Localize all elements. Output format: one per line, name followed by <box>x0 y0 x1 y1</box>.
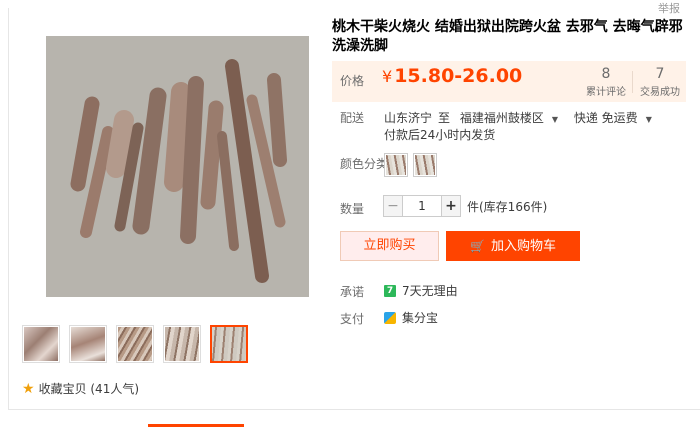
price-label: 价格 <box>340 74 365 88</box>
price-value: ¥15.80-26.00 <box>382 65 522 87</box>
color-options <box>384 153 437 177</box>
peach-wood-sticks-photo <box>46 36 309 297</box>
report-link[interactable]: 举报 <box>658 0 680 16</box>
sales-stat: 7 交易成功 <box>636 65 684 98</box>
cart-icon: 🛒 <box>470 239 485 253</box>
price-panel: 价格 ¥15.80-26.00 8 累计评论 7 交易成功 <box>332 61 686 102</box>
caret-down-icon: ▼ <box>551 115 559 124</box>
color-option-2[interactable] <box>413 153 437 177</box>
seven-day-icon: 7 <box>384 284 396 297</box>
payment-info[interactable]: 集分宝 <box>384 309 438 326</box>
quantity-label: 数量 <box>340 202 365 216</box>
sales-label: 交易成功 <box>640 87 680 98</box>
star-icon: ★ <box>22 380 35 397</box>
thumbnail-1[interactable] <box>22 325 60 363</box>
plus-icon[interactable]: + <box>441 195 461 217</box>
ship-from: 山东济宁 <box>384 111 433 125</box>
review-label: 累计评论 <box>586 87 626 98</box>
ship-method-select[interactable]: 快递 免运费 ▼ <box>574 111 658 125</box>
shipping-info: 山东济宁至 福建福州鼓楼区 ▼ 快递 免运费 ▼ <box>384 109 664 126</box>
favorite-button[interactable]: ★ 收藏宝贝 (41人气) <box>22 380 139 397</box>
dispatch-time: 付款后24小时内发货 <box>384 128 496 142</box>
currency-symbol: ¥ <box>382 67 393 86</box>
ship-to-word: 至 <box>438 111 451 125</box>
color-label: 颜色分类 <box>340 157 389 171</box>
add-to-cart-button[interactable]: 🛒 加入购物车 <box>446 231 580 261</box>
thumbnail-5-selected[interactable] <box>210 325 248 363</box>
favorite-label: 收藏宝贝 (41人气) <box>38 382 140 396</box>
jifenbao-icon <box>384 311 396 324</box>
review-stat[interactable]: 8 累计评论 <box>584 65 628 98</box>
product-title: 桃木干柴火烧火 结婚出狱出院跨火盆 去邪气 去晦气辟邪洗澡洗脚 <box>332 19 683 54</box>
promise-text: 7天无理由 <box>402 284 458 298</box>
thumbnail-2[interactable] <box>69 325 107 363</box>
main-product-image[interactable] <box>46 36 309 297</box>
promise-info[interactable]: 7 7天无理由 <box>384 282 458 299</box>
minus-icon[interactable]: − <box>383 195 403 217</box>
shipping-label: 配送 <box>340 111 365 125</box>
caret-down-icon: ▼ <box>645 115 652 124</box>
payment-text: 集分宝 <box>402 311 439 325</box>
ship-method: 快递 免运费 <box>573 111 638 125</box>
promise-label: 承诺 <box>340 285 365 299</box>
sales-count: 7 <box>655 66 665 82</box>
payment-label: 支付 <box>340 312 365 326</box>
price-range: 15.80-26.00 <box>394 65 523 87</box>
thumbnail-3[interactable] <box>116 325 154 363</box>
color-option-1[interactable] <box>384 153 408 177</box>
add-to-cart-label: 加入购物车 <box>490 239 556 254</box>
stat-divider <box>632 71 633 93</box>
quantity-stepper: − 1 + 件(库存166件) <box>383 195 547 217</box>
review-count: 8 <box>601 66 611 82</box>
thumbnail-strip <box>22 325 248 363</box>
stock-text: 件(库存166件) <box>467 199 548 214</box>
buy-now-button[interactable]: 立即购买 <box>340 231 439 261</box>
quantity-input[interactable]: 1 <box>403 195 441 217</box>
ship-destination-select[interactable]: 福建福州鼓楼区 ▼ <box>460 111 564 125</box>
ship-destination: 福建福州鼓楼区 <box>459 111 544 125</box>
thumbnail-4[interactable] <box>163 325 201 363</box>
